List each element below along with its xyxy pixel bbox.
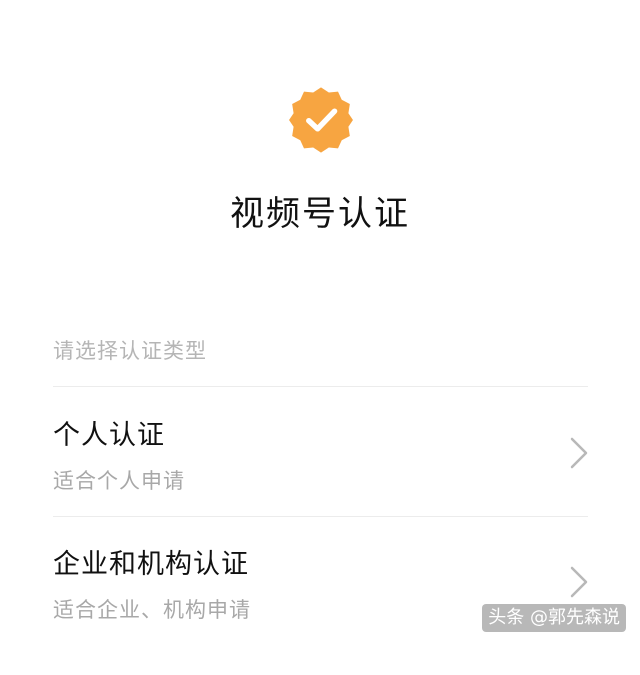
divider <box>53 516 588 517</box>
option-title: 企业和机构认证 <box>53 549 249 580</box>
option-subtitle: 适合个人申请 <box>53 469 185 493</box>
option-subtitle: 适合企业、机构申请 <box>53 598 251 622</box>
divider <box>53 386 588 387</box>
chevron-right-icon <box>568 436 590 470</box>
section-label: 请选择认证类型 <box>53 339 207 363</box>
option-title: 个人认证 <box>53 420 165 451</box>
watermark: 头条 @郭先森说 <box>482 604 626 632</box>
verified-check-badge-icon <box>287 86 355 154</box>
badge-shape <box>289 87 353 153</box>
chevron-right-icon <box>568 565 590 599</box>
page-title: 视频号认证 <box>230 194 410 234</box>
option-personal-verification[interactable]: 个人认证 适合个人申请 <box>0 418 640 546</box>
